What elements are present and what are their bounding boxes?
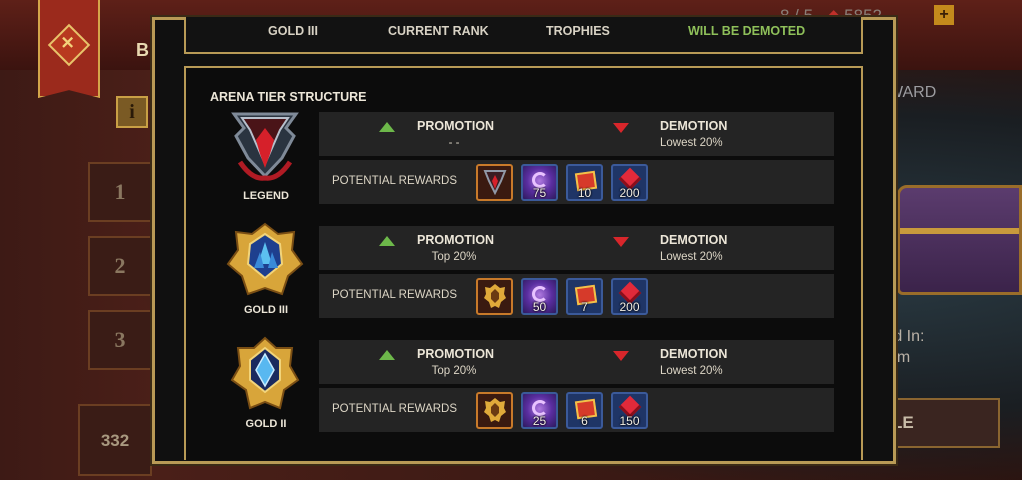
- gold-crest-icon[interactable]: [476, 392, 513, 429]
- promotion-value: Top 20%: [431, 251, 477, 263]
- red-scroll-icon[interactable]: 10: [566, 164, 603, 201]
- demotion-arrow-icon: [613, 237, 629, 247]
- add-gems-button[interactable]: +: [934, 5, 954, 25]
- reward-amount: 50: [532, 300, 547, 314]
- gold-crest-icon[interactable]: [476, 278, 513, 315]
- ruby-icon[interactable]: 200: [611, 164, 648, 201]
- treasure-chest-icon: [897, 185, 1022, 295]
- rewards-row: POTENTIAL REWARDS 25 6 150: [319, 388, 834, 432]
- red-scroll-icon[interactable]: 7: [566, 278, 603, 315]
- player-score: 332: [78, 404, 152, 476]
- promotion-arrow-icon: [379, 122, 395, 132]
- legend-crest-icon[interactable]: [476, 164, 513, 201]
- current-rank-label: CURRENT RANK: [388, 24, 489, 38]
- promotion-label: PROMOTION: [417, 347, 495, 361]
- legend-badge-icon: LEGEND: [218, 112, 314, 208]
- demotion-arrow-icon: [613, 351, 629, 361]
- info-button[interactable]: i: [116, 96, 148, 128]
- demotion-value: Lowest 20%: [660, 137, 723, 149]
- rank-row-1[interactable]: 1: [88, 162, 152, 222]
- reward-amount: 25: [532, 414, 547, 428]
- tier-gold-iii: GOLD III PROMOTION Top 20% DEMOTION Lowe…: [218, 222, 834, 322]
- demotion-value: Lowest 20%: [660, 251, 723, 263]
- demotion-label: DEMOTION: [660, 119, 728, 133]
- reward-amount: 7: [581, 300, 588, 314]
- gold-ii-badge-icon: GOLD II: [218, 336, 314, 436]
- rewards-label: POTENTIAL REWARDS: [332, 289, 458, 301]
- tier-name: GOLD II: [245, 418, 287, 430]
- reward-amount: 150: [619, 414, 640, 428]
- reward-amount: 200: [619, 186, 640, 200]
- promotion-demotion-row: PROMOTION Top 20% DEMOTION Lowest 20%: [319, 340, 834, 384]
- promotion-label: PROMOTION: [417, 233, 495, 247]
- ruby-icon[interactable]: 150: [611, 392, 648, 429]
- promotion-value: - -: [448, 137, 460, 149]
- rewards-label: POTENTIAL REWARDS: [332, 403, 458, 415]
- rewards-row: POTENTIAL REWARDS 75 10 200: [319, 160, 834, 204]
- tier-legend: LEGEND PROMOTION - - DEMOTION Lowest 20%…: [218, 112, 834, 208]
- arena-banner[interactable]: ✕: [38, 0, 100, 98]
- purple-essence-icon[interactable]: 75: [521, 164, 558, 201]
- demotion-value: Lowest 20%: [660, 365, 723, 377]
- promotion-value: Top 20%: [431, 365, 477, 377]
- promotion-demotion-row: PROMOTION - - DEMOTION Lowest 20%: [319, 112, 834, 156]
- tier-name: LEGEND: [243, 190, 289, 202]
- tier-structure-title: ARENA TIER STRUCTURE: [210, 90, 367, 104]
- demotion-arrow-icon: [613, 123, 629, 133]
- reward-amount: 6: [581, 414, 588, 428]
- crossed-hammers-icon: ✕: [47, 23, 91, 67]
- promotion-label: PROMOTION: [417, 119, 495, 133]
- red-scroll-icon[interactable]: 6: [566, 392, 603, 429]
- rewards-label: POTENTIAL REWARDS: [332, 175, 458, 187]
- reward-amount: 200: [619, 300, 640, 314]
- rewards-row: POTENTIAL REWARDS 50 7 200: [319, 274, 834, 318]
- gold-iii-badge-icon: GOLD III: [218, 222, 314, 322]
- background-title-partial: B: [136, 40, 149, 60]
- demotion-label: DEMOTION: [660, 233, 728, 247]
- promotion-arrow-icon: [379, 350, 395, 360]
- rank-row-3[interactable]: 3: [88, 310, 152, 370]
- rank-row-2[interactable]: 2: [88, 236, 152, 296]
- reward-amount: 10: [577, 186, 592, 200]
- purple-essence-icon[interactable]: 25: [521, 392, 558, 429]
- purple-essence-icon[interactable]: 50: [521, 278, 558, 315]
- demotion-status: WILL BE DEMOTED: [688, 24, 806, 38]
- ruby-icon[interactable]: 200: [611, 278, 648, 315]
- reward-amount: 75: [532, 186, 547, 200]
- current-tier: GOLD III: [268, 24, 318, 38]
- battle-button-partial[interactable]: LE: [880, 398, 1000, 448]
- trophies-label: TROPHIES: [546, 24, 610, 38]
- promotion-demotion-row: PROMOTION Top 20% DEMOTION Lowest 20%: [319, 226, 834, 270]
- tier-gold-ii: GOLD II PROMOTION Top 20% DEMOTION Lowes…: [218, 336, 834, 436]
- tier-name: GOLD III: [244, 304, 288, 316]
- promotion-arrow-icon: [379, 236, 395, 246]
- demotion-label: DEMOTION: [660, 347, 728, 361]
